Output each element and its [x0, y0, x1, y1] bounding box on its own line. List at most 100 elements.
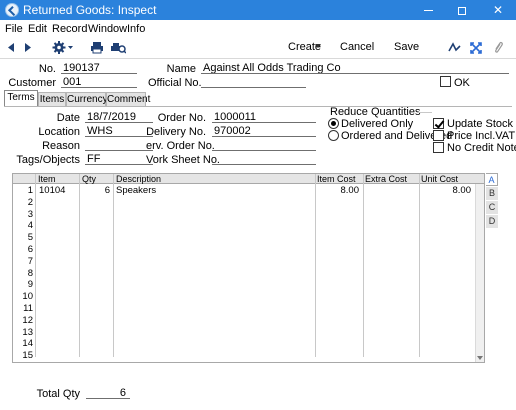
tab-comment[interactable]: Comment	[106, 92, 150, 106]
order-no-label: Order No.	[157, 112, 206, 124]
minimize-button[interactable]	[412, 0, 444, 20]
col-header-qty[interactable]: Qty	[82, 174, 96, 184]
total-qty-field[interactable]: 6	[86, 387, 130, 399]
reason-field[interactable]	[85, 139, 153, 151]
row-number: 8	[27, 267, 33, 279]
delivered-only-label: Delivered Only	[341, 118, 414, 130]
title-bar: Returned Goods: Inspect ✕	[0, 0, 516, 20]
activity-icon[interactable]	[448, 40, 462, 55]
chevron-down-icon[interactable]	[314, 43, 322, 58]
ok-checkbox[interactable]	[440, 76, 451, 87]
table-row[interactable]: 7	[13, 256, 475, 268]
cancel-button[interactable]: Cancel	[340, 41, 374, 53]
official-no-field[interactable]	[201, 76, 306, 88]
items-grid[interactable]: Item Qty Description Item Cost Extra Cos…	[12, 173, 485, 363]
row-number: 10	[22, 291, 33, 303]
table-row[interactable]: 12	[13, 315, 475, 327]
cell-item[interactable]: 10104	[39, 185, 77, 197]
table-row[interactable]: 10	[13, 291, 475, 303]
no-credit-notes-checkbox[interactable]	[433, 142, 444, 153]
no-label: No.	[38, 63, 56, 75]
table-row[interactable]: 5	[13, 232, 475, 244]
side-tab-c[interactable]: C	[486, 201, 498, 214]
ordered-and-delivered-radio[interactable]	[328, 130, 339, 141]
table-row[interactable]: 9	[13, 279, 475, 291]
toolbar: Create Cancel Save	[0, 37, 516, 58]
tags-objects-field[interactable]: FF	[85, 153, 153, 165]
previous-record-icon[interactable]	[6, 40, 16, 55]
side-tab-b[interactable]: B	[486, 187, 498, 200]
table-row[interactable]: 11	[13, 303, 475, 315]
table-row[interactable]: 15	[13, 350, 475, 362]
tab-currency[interactable]: Currency	[66, 92, 108, 106]
delivery-no-field[interactable]: 970002	[212, 125, 316, 137]
side-tab-a[interactable]: A	[486, 173, 498, 186]
grid-header: Item Qty Description Item Cost Extra Cos…	[13, 174, 484, 184]
price-incl-vat-checkbox[interactable]	[433, 130, 444, 141]
location-field[interactable]: WHS	[85, 125, 153, 137]
side-tab-d[interactable]: D	[486, 215, 498, 228]
app-icon	[5, 3, 19, 17]
table-row[interactable]: 13	[13, 327, 475, 339]
table-row[interactable]: 14	[13, 338, 475, 350]
update-stock-checkbox[interactable]	[433, 118, 444, 129]
window-title: Returned Goods: Inspect	[23, 3, 157, 17]
row-number: 7	[27, 255, 33, 267]
close-button[interactable]: ✕	[482, 0, 514, 20]
table-row[interactable]: 1 10104 6 Speakers 8.00 8.00	[13, 185, 475, 197]
col-header-item-cost[interactable]: Item Cost	[317, 174, 356, 184]
reason-label: Reason	[42, 140, 80, 152]
table-row[interactable]: 3	[13, 209, 475, 221]
cell-unit-cost[interactable]: 8.00	[421, 185, 472, 197]
reduce-quantities-label: Reduce Quantities	[330, 106, 421, 118]
grid-scrollbar[interactable]	[475, 184, 484, 362]
menu-info[interactable]: Info	[127, 23, 145, 35]
date-field[interactable]: 18/7/2019	[85, 111, 153, 123]
delivered-only-radio[interactable]	[328, 118, 339, 129]
row-number: 12	[22, 314, 33, 326]
table-row[interactable]: 4	[13, 220, 475, 232]
row-number: 13	[22, 326, 33, 338]
service-order-no-field[interactable]	[212, 139, 316, 151]
col-header-description[interactable]: Description	[116, 174, 161, 184]
row-number: 11	[23, 303, 33, 314]
scroll-down-icon[interactable]	[477, 356, 483, 360]
tab-terms[interactable]: Terms	[4, 90, 38, 106]
menu-bar: File Edit Record Window Info	[0, 20, 516, 37]
col-header-item[interactable]: Item	[38, 174, 56, 184]
customer-label: Customer	[8, 77, 56, 89]
paperclip-icon[interactable]	[492, 40, 504, 55]
update-stock-label: Update Stock	[447, 118, 514, 130]
no-field[interactable]: 190137	[61, 62, 137, 74]
gear-icon[interactable]	[52, 40, 74, 55]
next-record-icon[interactable]	[23, 40, 33, 55]
cell-qty[interactable]: 6	[81, 185, 110, 197]
menu-window[interactable]: Window	[88, 23, 127, 35]
table-row[interactable]: 6	[13, 244, 475, 256]
print-preview-icon[interactable]	[110, 40, 126, 55]
save-button[interactable]: Save	[394, 41, 419, 53]
expand-icon[interactable]	[469, 40, 483, 55]
table-row[interactable]: 2	[13, 197, 475, 209]
print-icon[interactable]	[90, 40, 104, 55]
order-no-field[interactable]: 1000011	[212, 111, 316, 123]
menu-record[interactable]: Record	[52, 23, 87, 35]
col-header-unit-cost[interactable]: Unit Cost	[421, 174, 458, 184]
cell-item-cost[interactable]: 8.00	[317, 185, 360, 197]
maximize-button[interactable]	[446, 0, 478, 20]
col-header-extra-cost[interactable]: Extra Cost	[365, 174, 407, 184]
cell-description[interactable]: Speakers	[116, 185, 312, 197]
date-label: Date	[56, 112, 80, 124]
ok-label: OK	[454, 77, 470, 89]
service-order-no-label: erv. Order No.	[146, 140, 215, 152]
work-sheet-no-field[interactable]	[212, 153, 316, 165]
menu-file[interactable]: File	[5, 23, 23, 35]
customer-field[interactable]: 001	[61, 76, 137, 88]
table-row[interactable]: 8	[13, 268, 475, 280]
work-sheet-no-label: Vork Sheet No.	[146, 154, 220, 166]
menu-edit[interactable]: Edit	[28, 23, 47, 35]
row-number: 2	[27, 196, 33, 208]
name-field[interactable]: Against All Odds Trading Co	[201, 62, 509, 74]
tab-items[interactable]: Items	[38, 92, 66, 106]
price-incl-vat-label: Price Incl.VAT	[447, 130, 516, 142]
